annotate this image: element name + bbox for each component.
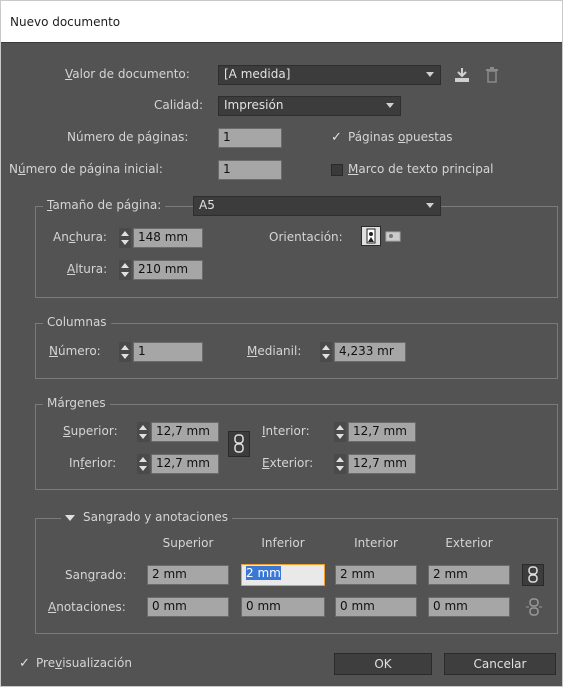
margin-top-label: Superior: <box>63 424 118 438</box>
bleed-outside-input[interactable]: 2 mm <box>428 565 510 585</box>
preset-select[interactable]: [A medida] <box>218 65 441 85</box>
columns-label: Columnas <box>43 315 111 329</box>
bleed-label: Sangrado: <box>65 568 127 582</box>
margin-bottom-label: Inferior: <box>69 456 117 470</box>
column-number-stepper[interactable] <box>119 342 131 362</box>
gutter-label: Medianil: <box>247 344 302 358</box>
margins-group <box>35 404 558 490</box>
bleed-top-input[interactable]: 2 mm <box>147 565 229 585</box>
bleed-slug-legend[interactable]: Sangrado y anotaciones <box>61 510 233 524</box>
bleed-inside-input[interactable]: 2 mm <box>335 565 417 585</box>
page-size-label: Tamaño de página: <box>43 198 166 212</box>
margin-top-stepper[interactable] <box>137 422 149 442</box>
bleed-bottom-input[interactable]: 2 mm <box>241 564 325 586</box>
col-header-bottom: Inferior <box>261 536 305 550</box>
slug-top-input[interactable]: 0 mm <box>147 597 229 617</box>
title-bar: Nuevo documento <box>1 1 562 43</box>
margin-top-input[interactable]: 12,7 mm <box>151 422 219 442</box>
col-header-outside: Exterior <box>445 536 493 550</box>
height-stepper[interactable] <box>119 260 131 280</box>
width-stepper[interactable] <box>119 228 131 248</box>
col-header-top: Superior <box>162 536 214 550</box>
width-label: Anchura: <box>53 230 107 244</box>
page-size-group <box>35 206 558 298</box>
orientation-label: Orientación: <box>269 230 343 244</box>
margin-inside-input[interactable]: 12,7 mm <box>348 422 416 442</box>
width-input[interactable]: 148 mm <box>133 228 203 248</box>
slug-outside-input[interactable]: 0 mm <box>428 597 510 617</box>
facing-pages-checkbox[interactable]: ✓ <box>331 131 342 144</box>
margin-inside-stepper[interactable] <box>334 422 346 442</box>
save-preset-icon[interactable] <box>453 67 471 86</box>
margin-bottom-stepper[interactable] <box>137 454 149 474</box>
new-document-dialog: Nuevo documento Valor de documento: [A m… <box>0 0 563 687</box>
start-page-input[interactable]: 1 <box>218 160 282 180</box>
bleed-slug-label: Sangrado y anotaciones <box>83 510 229 524</box>
cancel-button[interactable]: Cancelar <box>444 653 556 675</box>
margin-inside-label: Interior: <box>262 424 310 438</box>
preview-checkbox[interactable]: ✓ <box>19 657 30 670</box>
chevron-down-icon <box>386 103 394 108</box>
margins-label: Márgenes <box>43 396 110 410</box>
landscape-icon[interactable] <box>384 227 404 245</box>
chevron-down-icon <box>426 203 434 208</box>
margin-bottom-input[interactable]: 12,7 mm <box>151 454 219 474</box>
height-label: Altura: <box>67 262 108 276</box>
facing-pages-label: Páginas opuestas <box>348 130 453 144</box>
delete-preset-icon[interactable] <box>485 67 499 86</box>
dialog-title: Nuevo documento <box>10 15 121 29</box>
gutter-stepper[interactable] <box>320 342 332 362</box>
chevron-down-icon <box>426 72 434 77</box>
margin-outside-label: Exterior: <box>262 456 314 470</box>
pages-label: Número de páginas: <box>67 130 189 144</box>
bleed-link-icon[interactable] <box>522 564 544 586</box>
col-header-inside: Interior <box>354 536 398 550</box>
master-text-frame-label: Marco de texto principal <box>348 162 494 176</box>
portrait-icon[interactable] <box>361 226 381 246</box>
slug-bottom-input[interactable]: 0 mm <box>241 597 325 617</box>
ok-button[interactable]: OK <box>334 653 432 675</box>
start-page-label: Número de página inicial: <box>9 162 163 176</box>
height-input[interactable]: 210 mm <box>133 260 203 280</box>
preset-label: Valor de documento: <box>65 67 190 81</box>
margin-link-icon[interactable] <box>228 431 250 457</box>
disclosure-triangle-icon[interactable] <box>65 514 75 521</box>
margin-outside-stepper[interactable] <box>334 454 346 474</box>
slug-label: Anotaciones: <box>48 600 126 614</box>
margin-outside-input[interactable]: 12,7 mm <box>348 454 416 474</box>
column-number-input[interactable]: 1 <box>133 342 203 362</box>
pages-input[interactable]: 1 <box>218 128 282 148</box>
slug-link-icon[interactable] <box>524 597 544 617</box>
preview-label: Previsualización <box>36 656 132 670</box>
quality-label: Calidad: <box>154 98 204 112</box>
slug-inside-input[interactable]: 0 mm <box>335 597 417 617</box>
quality-select[interactable]: Impresión <box>218 96 401 116</box>
gutter-input[interactable]: 4,233 mr <box>334 342 406 362</box>
column-number-label: Número: <box>49 344 101 358</box>
page-size-select[interactable]: A5 <box>193 196 441 216</box>
master-text-frame-checkbox[interactable] <box>331 164 343 176</box>
